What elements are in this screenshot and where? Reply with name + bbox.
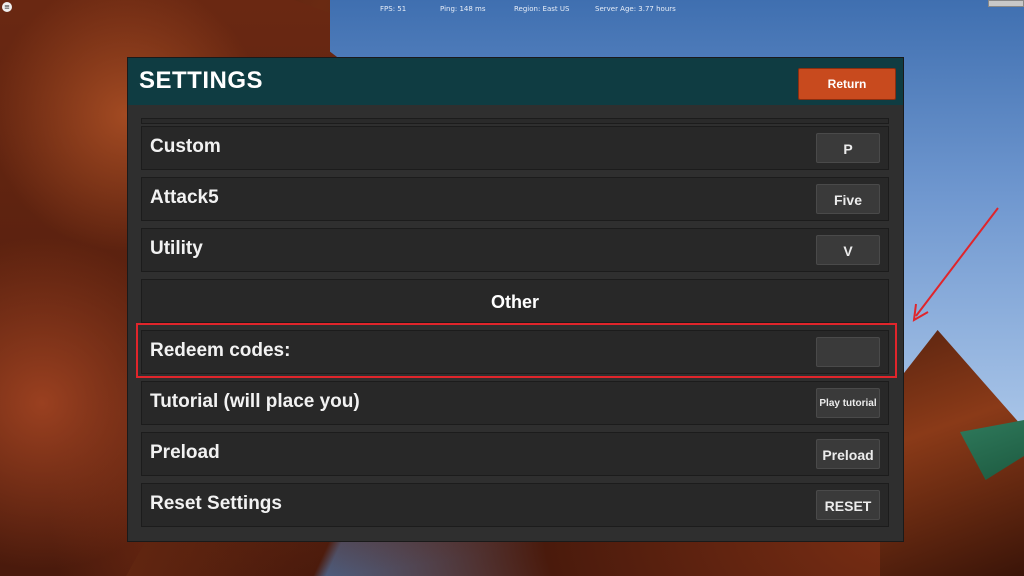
setting-row-tutorial: Tutorial (will place you) Play tutorial <box>141 381 889 425</box>
setting-label: Preload <box>150 442 220 463</box>
settings-list[interactable]: Custom P Attack5 Five Utility V Other Re… <box>138 118 893 536</box>
setting-label: Custom <box>150 136 221 157</box>
section-header-other: Other <box>141 279 889 323</box>
play-tutorial-button[interactable]: Play tutorial <box>816 388 880 418</box>
keybind-button[interactable]: V <box>816 235 880 265</box>
setting-row-reset: Reset Settings RESET <box>141 483 889 527</box>
setting-label: Reset Settings <box>150 493 282 514</box>
return-button[interactable]: Return <box>798 68 896 100</box>
reset-button[interactable]: RESET <box>816 490 880 520</box>
setting-row-redeem: Redeem codes: <box>141 330 889 374</box>
keybind-button[interactable]: P <box>816 133 880 163</box>
redeem-code-input[interactable] <box>816 337 880 367</box>
server-age-stat: Server Age: 3.77 hours <box>595 5 676 13</box>
setting-row-preload: Preload Preload <box>141 432 889 476</box>
keybind-button[interactable]: Five <box>816 184 880 214</box>
ping-stat: Ping: 148 ms <box>440 5 486 13</box>
setting-row-utility: Utility V <box>141 228 889 272</box>
setting-row-attack5: Attack5 Five <box>141 177 889 221</box>
region-stat: Region: East US <box>514 5 570 13</box>
setting-row-custom: Custom P <box>141 126 889 170</box>
setting-label: Attack5 <box>150 187 219 208</box>
preload-button[interactable]: Preload <box>816 439 880 469</box>
setting-label: Utility <box>150 238 203 259</box>
setting-label: Tutorial (will place you) <box>150 391 360 412</box>
settings-panel: SETTINGS Return Custom P Attack5 Five Ut… <box>127 57 904 542</box>
setting-label: Redeem codes: <box>150 340 291 361</box>
annotation-arrow-icon <box>912 207 999 322</box>
list-item-partial <box>141 118 889 124</box>
performance-stats: FPS: 51 Ping: 148 ms Region: East US Ser… <box>0 3 1024 15</box>
fps-stat: FPS: 51 <box>380 5 407 13</box>
section-title: Other <box>490 292 539 312</box>
settings-title: SETTINGS <box>139 67 264 94</box>
settings-header: SETTINGS Return <box>128 58 903 105</box>
